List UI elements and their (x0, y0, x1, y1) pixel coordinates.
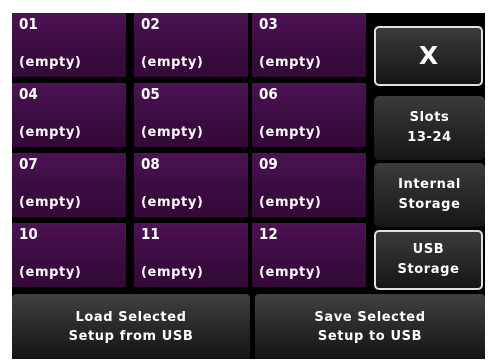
slot-number: 02 (141, 15, 160, 33)
load-setup-label: Load Selected Setup from USB (68, 309, 194, 344)
slots-13-24-label: Slots 13-24 (407, 110, 452, 145)
slot-08[interactable]: 08 (empty) (134, 153, 248, 217)
slot-number: 03 (259, 15, 278, 33)
slot-number: 05 (141, 85, 160, 103)
slot-number: 08 (141, 155, 160, 173)
slot-status: (empty) (259, 125, 322, 140)
close-label: X (418, 41, 439, 70)
slots-13-24-button[interactable]: Slots 13-24 (374, 96, 485, 160)
slot-status: (empty) (259, 195, 322, 210)
slot-02[interactable]: 02 (empty) (134, 13, 248, 77)
internal-storage-button[interactable]: Internal Storage (374, 163, 485, 227)
slot-12[interactable]: 12 (empty) (252, 223, 366, 287)
slot-06[interactable]: 06 (empty) (252, 83, 366, 147)
slot-status: (empty) (259, 265, 322, 280)
slot-number: 11 (141, 225, 160, 243)
slot-10[interactable]: 10 (empty) (12, 223, 126, 287)
internal-storage-label: Internal Storage (398, 177, 461, 212)
slot-11[interactable]: 11 (empty) (134, 223, 248, 287)
slot-01[interactable]: 01 (empty) (12, 13, 126, 77)
usb-storage-label: USB Storage (397, 242, 460, 277)
slot-status: (empty) (141, 195, 204, 210)
slot-04[interactable]: 04 (empty) (12, 83, 126, 147)
slot-number: 04 (19, 85, 38, 103)
load-setup-button[interactable]: Load Selected Setup from USB (12, 294, 250, 359)
usb-storage-button[interactable]: USB Storage (374, 230, 483, 290)
slot-number: 01 (19, 15, 38, 33)
slot-number: 06 (259, 85, 278, 103)
slot-05[interactable]: 05 (empty) (134, 83, 248, 147)
slot-07[interactable]: 07 (empty) (12, 153, 126, 217)
save-setup-label: Save Selected Setup to USB (314, 309, 426, 344)
slot-number: 07 (19, 155, 38, 173)
slot-03[interactable]: 03 (empty) (252, 13, 366, 77)
slot-09[interactable]: 09 (empty) (252, 153, 366, 217)
setup-storage-screen: 01 (empty) 02 (empty) 03 (empty) 04 (emp… (12, 13, 485, 359)
slot-status: (empty) (19, 265, 82, 280)
slot-status: (empty) (141, 265, 204, 280)
slot-status: (empty) (19, 125, 82, 140)
slot-number: 10 (19, 225, 38, 243)
close-button[interactable]: X (374, 26, 483, 86)
slot-status: (empty) (259, 55, 322, 70)
save-setup-button[interactable]: Save Selected Setup to USB (255, 294, 485, 359)
slot-status: (empty) (141, 55, 204, 70)
slot-number: 09 (259, 155, 278, 173)
slot-status: (empty) (141, 125, 204, 140)
slot-number: 12 (259, 225, 278, 243)
slot-status: (empty) (19, 195, 82, 210)
slot-status: (empty) (19, 55, 82, 70)
